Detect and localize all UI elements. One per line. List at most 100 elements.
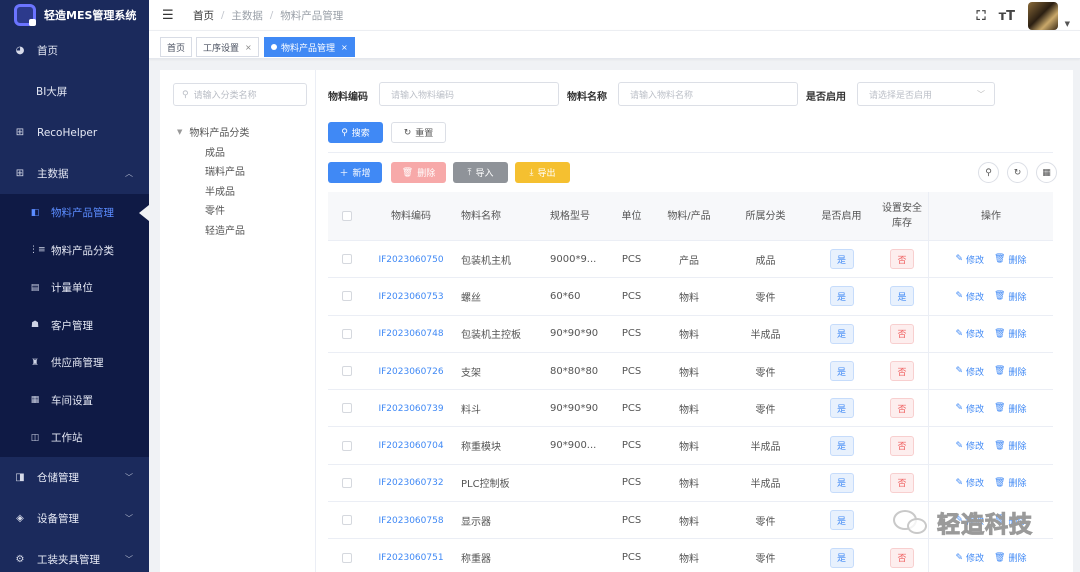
enabled-badge[interactable]: 是 <box>829 547 854 568</box>
enabled-badge[interactable]: 是 <box>829 435 854 456</box>
material-code-input[interactable]: 请输入物料编码 <box>379 82 559 106</box>
hamburger-icon[interactable]: ☰ <box>162 8 176 23</box>
delete-link[interactable]: 🗑 删除 <box>994 290 1026 303</box>
import-button[interactable]: ⤒ 导入 <box>453 162 508 183</box>
export-button[interactable]: ⤓ 导出 <box>515 162 570 183</box>
material-code-link[interactable]: IF2023060739 <box>378 404 443 414</box>
row-checkbox[interactable] <box>342 328 352 339</box>
tree-node[interactable]: 轻造产品 <box>177 220 249 240</box>
safe-badge[interactable]: 否 <box>890 323 914 344</box>
delete-link[interactable]: 🗑 删除 <box>994 476 1026 490</box>
enable-select[interactable]: 请选择是否启用 ﹀ <box>857 82 995 106</box>
delete-button[interactable]: 🗑 删除 <box>391 162 446 183</box>
material-code-link[interactable]: IF2023060751 <box>378 553 443 563</box>
columns-button[interactable]: ▦ <box>1036 162 1057 183</box>
material-code-link[interactable]: IF2023060750 <box>378 255 443 265</box>
sidebar-item-warehouse[interactable]: ◨ 仓储管理 ﹀ <box>0 457 149 498</box>
enabled-badge[interactable]: 是 <box>829 361 854 382</box>
enabled-badge[interactable]: 是 <box>829 323 854 344</box>
sidebar-item-recohelper[interactable]: ⊞ RecoHelper <box>0 112 149 153</box>
row-checkbox[interactable] <box>342 440 352 451</box>
delete-link[interactable]: 🗑 删除 <box>994 551 1026 565</box>
material-code-link[interactable]: IF2023060726 <box>378 367 443 377</box>
edit-link[interactable]: ✎ 修改 <box>955 402 984 415</box>
material-code-link[interactable]: IF2023060748 <box>378 329 443 339</box>
tree-node-root[interactable]: ▼ 物料产品分类 <box>177 122 249 142</box>
fullscreen-icon[interactable]: ⛶ <box>976 9 985 24</box>
enabled-badge[interactable]: 是 <box>829 398 854 419</box>
material-code-link[interactable]: IF2023060704 <box>378 441 443 451</box>
tree-node[interactable]: 零件 <box>177 200 249 220</box>
sidebar-item-bi[interactable]: BI大屏 <box>0 71 149 112</box>
table-row: IF2023060748 包装机主控板 90*90*90 PCS 物料 半成品 是 否 ✎ 修改 🗑… <box>328 315 1053 353</box>
add-button[interactable]: ＋ 新增 <box>328 162 382 183</box>
material-code-link[interactable]: IF2023060753 <box>378 292 443 302</box>
reset-button[interactable]: ↻ 重置 <box>391 122 446 143</box>
material-code-link[interactable]: IF2023060758 <box>378 516 443 526</box>
delete-link[interactable]: 🗑 删除 <box>994 365 1026 378</box>
enabled-badge[interactable]: 是 <box>829 249 854 270</box>
sidebar-item-device[interactable]: ◈ 设备管理 ﹀ <box>0 498 149 539</box>
delete-link[interactable]: 🗑 删除 <box>994 402 1026 415</box>
safe-badge[interactable]: 否 <box>890 398 914 419</box>
sidebar-item-workshop[interactable]: ▦ 车间设置 <box>0 382 149 420</box>
sidebar-item-material-category[interactable]: ⋮≡ 物料产品分类 <box>0 232 149 270</box>
select-all-checkbox[interactable] <box>342 211 352 221</box>
safe-badge[interactable]: 否 <box>890 249 914 270</box>
sidebar-item-customer[interactable]: ☗ 客户管理 <box>0 307 149 345</box>
safe-badge[interactable]: 否 <box>890 547 914 568</box>
close-icon[interactable]: × <box>245 43 252 52</box>
enabled-badge[interactable]: 是 <box>829 472 854 493</box>
avatar[interactable]: ▼ <box>1028 2 1070 30</box>
breadcrumb-home[interactable]: 首页 <box>193 8 214 23</box>
tree-node[interactable]: 瑞料产品 <box>177 161 249 181</box>
row-checkbox[interactable] <box>342 552 352 563</box>
safe-badge[interactable]: 否 <box>890 361 914 382</box>
search-button[interactable]: ⚲ 搜索 <box>328 122 383 143</box>
edit-link[interactable]: ✎ 修改 <box>955 253 984 266</box>
tag-process-settings[interactable]: 工序设置 × <box>196 37 259 57</box>
safe-badge[interactable]: 否 <box>890 472 914 493</box>
edit-label: 修改 <box>966 292 985 303</box>
row-checkbox[interactable] <box>342 515 352 526</box>
edit-link[interactable]: ✎ 修改 <box>955 327 984 341</box>
refresh-button[interactable]: ↻ <box>1007 162 1028 183</box>
enabled-badge[interactable]: 是 <box>829 510 854 531</box>
sidebar-item-home[interactable]: ◕ 首页 <box>0 30 149 71</box>
row-checkbox[interactable] <box>342 291 352 302</box>
search-icon: ⚲ <box>985 167 992 178</box>
enabled-badge[interactable]: 是 <box>829 286 854 307</box>
material-name-input[interactable]: 请输入物料名称 <box>618 82 798 106</box>
edit-link[interactable]: ✎ 修改 <box>955 439 984 453</box>
caret-down-icon[interactable]: ▼ <box>177 128 182 136</box>
font-size-icon[interactable]: тT <box>999 9 1015 24</box>
edit-link[interactable]: ✎ 修改 <box>955 290 984 303</box>
row-checkbox[interactable] <box>342 403 352 414</box>
tag-material-management[interactable]: 物料产品管理 × <box>264 37 355 57</box>
row-checkbox[interactable] <box>342 477 352 488</box>
sidebar-item-material-management[interactable]: ◧ 物料产品管理 <box>0 194 149 232</box>
sidebar-item-workstation[interactable]: ◫ 工作站 <box>0 419 149 457</box>
edit-link[interactable]: ✎ 修改 <box>955 365 984 378</box>
edit-link[interactable]: ✎ 修改 <box>955 476 984 490</box>
delete-link[interactable]: 🗑 删除 <box>994 253 1026 266</box>
safe-badge[interactable]: 是 <box>890 286 914 307</box>
category-search-input[interactable]: ⚲ 请输入分类名称 <box>173 83 307 106</box>
row-checkbox[interactable] <box>342 366 352 377</box>
delete-link[interactable]: 🗑 删除 <box>994 327 1026 341</box>
sidebar-item-tooling[interactable]: ⚙ 工装夹具管理 ﹀ <box>0 539 149 572</box>
material-code-link[interactable]: IF2023060732 <box>378 478 443 488</box>
sidebar-item-supplier[interactable]: ♜ 供应商管理 <box>0 344 149 382</box>
tree-node[interactable]: 半成品 <box>177 181 249 201</box>
safe-badge[interactable]: 否 <box>890 435 914 456</box>
close-icon[interactable]: × <box>341 43 348 52</box>
row-checkbox[interactable] <box>342 254 352 265</box>
tag-home[interactable]: 首页 <box>160 37 193 57</box>
sidebar-item-unit[interactable]: ▤ 计量单位 <box>0 269 149 307</box>
sidebar-item-master-data[interactable]: ⊞ 主数据 ︿ <box>0 153 149 194</box>
delete-link[interactable]: 🗑 删除 <box>994 439 1026 453</box>
toggle-search-button[interactable]: ⚲ <box>978 162 999 183</box>
app-logo[interactable]: 轻造MES管理系统 <box>0 0 149 30</box>
tree-node[interactable]: 成品 <box>177 142 249 162</box>
edit-link[interactable]: ✎ 修改 <box>955 551 984 565</box>
